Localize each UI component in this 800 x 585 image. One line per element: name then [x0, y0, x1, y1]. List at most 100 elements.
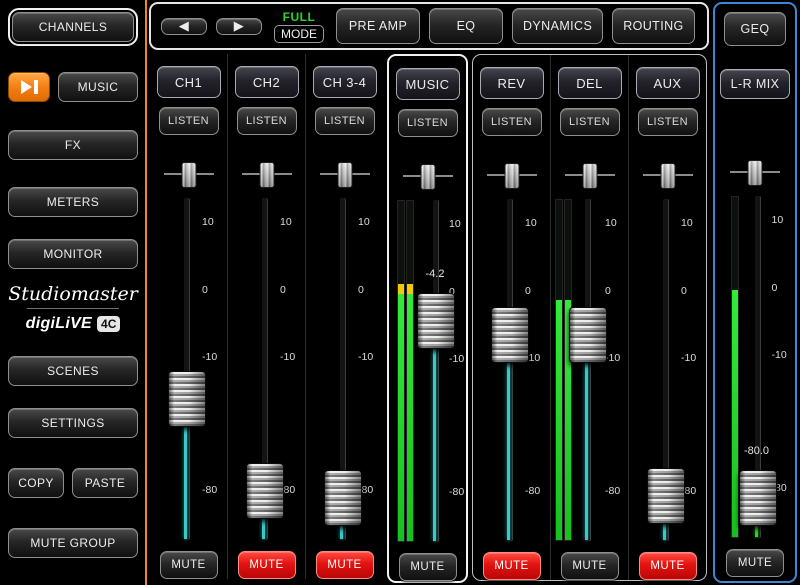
scale-label: 10	[358, 216, 370, 228]
mute-button[interactable]: MUTE	[483, 552, 541, 580]
play-icon	[21, 80, 32, 94]
pan-control[interactable]	[317, 161, 373, 187]
fader: 10 0 -10 -80	[551, 193, 628, 545]
channel-select-button[interactable]: MUSIC	[396, 68, 460, 100]
sidebar-accent-divider	[145, 0, 147, 585]
channels-button[interactable]: CHANNELS	[12, 12, 134, 42]
mute-button[interactable]: MUTE	[561, 552, 619, 580]
fader-cap[interactable]	[324, 470, 362, 526]
listen-button[interactable]: LISTEN	[315, 107, 375, 135]
mute-button[interactable]: MUTE	[160, 551, 218, 579]
fader-scale: 10 0 -10 -80	[202, 192, 224, 544]
fader-cap[interactable]	[168, 371, 206, 427]
scale-label: -80	[202, 484, 217, 496]
fx-button[interactable]: FX	[8, 130, 138, 160]
settings-button[interactable]: SETTINGS	[8, 408, 138, 438]
pan-handle[interactable]	[337, 162, 352, 188]
geq-button[interactable]: GEQ	[724, 12, 786, 46]
scale-label: 10	[605, 217, 617, 229]
mute-button[interactable]: MUTE	[399, 553, 457, 581]
fader: 10 0 -10 -80	[150, 192, 227, 544]
master-fader: -80.0 10 0 -10 -80	[717, 190, 794, 542]
brand-logo: Studiomaster digiLiVE 4C	[8, 283, 138, 333]
master-select-button[interactable]: L-R MIX	[720, 69, 790, 99]
copy-paste-row: COPY PASTE	[8, 468, 138, 498]
eq-tab[interactable]: EQ	[429, 8, 503, 44]
scale-label: -10	[202, 351, 217, 363]
pan-control[interactable]	[400, 163, 456, 189]
pan-control[interactable]	[727, 159, 783, 185]
pan-control[interactable]	[239, 161, 295, 187]
pan-handle[interactable]	[181, 162, 196, 188]
scale-label: -10	[605, 352, 620, 364]
scale-label: 0	[202, 284, 208, 296]
meter-fill	[556, 300, 562, 540]
music-button[interactable]: MUSIC	[58, 72, 138, 102]
scale-label: -10	[772, 349, 787, 361]
routing-tab[interactable]: ROUTING	[612, 8, 694, 44]
next-channel-button[interactable]: ▶	[216, 18, 262, 35]
mute-group-button[interactable]: MUTE GROUP	[8, 528, 138, 558]
listen-button[interactable]: LISTEN	[237, 107, 297, 135]
transport-row: MUSIC	[8, 72, 138, 102]
play-pause-button[interactable]	[8, 72, 50, 102]
preamp-tab[interactable]: PRE AMP	[336, 8, 420, 44]
listen-button[interactable]: LISTEN	[638, 108, 698, 136]
listen-button[interactable]: LISTEN	[482, 108, 542, 136]
pan-handle[interactable]	[582, 163, 597, 189]
fader-track-fill	[585, 334, 588, 540]
fader-cap[interactable]	[647, 468, 685, 524]
scale-label: -10	[358, 351, 373, 363]
pan-control[interactable]	[161, 161, 217, 187]
level-meter-left	[397, 200, 405, 542]
pan-control[interactable]	[562, 162, 618, 188]
scale-label: 0	[280, 284, 286, 296]
channel-strip-ch1: CH1 LISTEN 10 0 -10 -80	[150, 54, 227, 579]
dynamics-tab[interactable]: DYNAMICS	[512, 8, 603, 44]
mute-button[interactable]: MUTE	[726, 549, 784, 577]
paste-button[interactable]: PASTE	[72, 468, 138, 498]
channel-strips: CH1 LISTEN 10 0 -10 -80	[148, 54, 709, 583]
scale-label: 10	[202, 216, 214, 228]
monitor-button[interactable]: MONITOR	[8, 239, 138, 269]
pan-handle[interactable]	[748, 160, 763, 186]
channel-select-button[interactable]: CH2	[235, 66, 299, 98]
pause-bar-icon	[34, 80, 38, 94]
pan-handle[interactable]	[504, 163, 519, 189]
level-meter	[731, 196, 739, 538]
listen-button[interactable]: LISTEN	[398, 109, 458, 137]
channel-select-button[interactable]: CH1	[157, 66, 221, 98]
fader-cap[interactable]	[739, 470, 777, 526]
level-meter-right	[406, 200, 414, 542]
scale-label: -80	[525, 485, 540, 497]
scale-label: 0	[681, 285, 687, 297]
mute-button[interactable]: MUTE	[639, 552, 697, 580]
meter-peak	[407, 284, 413, 294]
scenes-button[interactable]: SCENES	[8, 356, 138, 386]
pan-handle[interactable]	[660, 163, 675, 189]
pan-handle[interactable]	[259, 162, 274, 188]
fader-cap[interactable]	[417, 293, 455, 349]
channel-select-button[interactable]: REV	[480, 67, 544, 99]
channel-select-button[interactable]: AUX	[636, 67, 700, 99]
previous-channel-button[interactable]: ◀	[161, 18, 207, 35]
fader-cap[interactable]	[491, 307, 529, 363]
listen-button[interactable]: LISTEN	[560, 108, 620, 136]
meter-fill	[732, 290, 738, 537]
scale-label: 10	[280, 216, 292, 228]
mute-button[interactable]: MUTE	[238, 551, 296, 579]
channel-select-button[interactable]: CH 3-4	[313, 66, 377, 98]
pan-control[interactable]	[640, 162, 696, 188]
pan-handle[interactable]	[420, 164, 435, 190]
fader-value-label: -4.2	[415, 268, 455, 280]
channel-select-button[interactable]: DEL	[558, 67, 622, 99]
meters-button[interactable]: METERS	[8, 187, 138, 217]
pan-control[interactable]	[484, 162, 540, 188]
fader-cap[interactable]	[569, 307, 607, 363]
mode-indicator[interactable]: FULL MODE	[274, 10, 324, 43]
fader-cap[interactable]	[246, 463, 284, 519]
mute-button[interactable]: MUTE	[316, 551, 374, 579]
copy-button[interactable]: COPY	[8, 468, 64, 498]
listen-button[interactable]: LISTEN	[159, 107, 219, 135]
logo-digilive-row: digiLiVE 4C	[8, 315, 138, 333]
